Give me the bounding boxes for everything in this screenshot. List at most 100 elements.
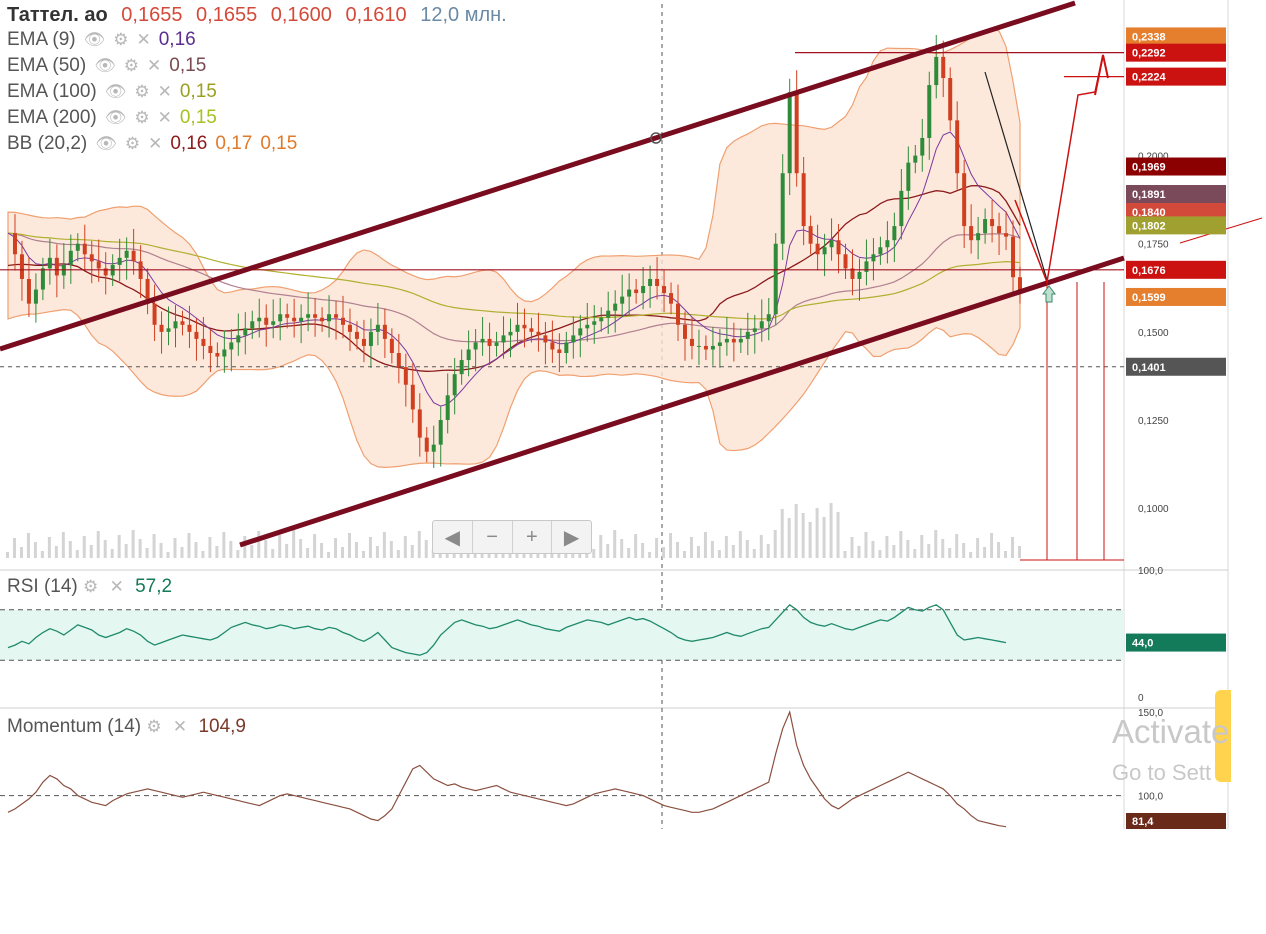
- candle-body: [382, 324, 387, 339]
- candle-body: [26, 278, 31, 304]
- candle-body: [808, 226, 813, 244]
- candle-body: [361, 338, 366, 346]
- candle-body: [459, 360, 464, 375]
- candle-body: [627, 289, 632, 297]
- candle-body: [124, 250, 129, 258]
- eye-icon[interactable]: 👁: [84, 30, 106, 50]
- eye-icon[interactable]: 👁: [105, 82, 127, 102]
- candle-body: [487, 338, 492, 346]
- close-icon[interactable]: ✕: [148, 134, 162, 154]
- indicator-label: EMA (200): [7, 107, 97, 128]
- volume-bar: [983, 547, 987, 558]
- volume-bar: [780, 509, 784, 558]
- volume-bar: [75, 550, 79, 558]
- candle-body: [375, 324, 380, 332]
- price-badge-label: 0,1401: [1132, 362, 1166, 374]
- volume-bar: [103, 540, 107, 558]
- volume-bar: [962, 543, 966, 558]
- candle-body: [424, 437, 429, 452]
- price-badge-label: 0,1676: [1132, 265, 1166, 277]
- volume-bar: [829, 503, 833, 558]
- close-icon[interactable]: ✕: [158, 82, 172, 102]
- volume-bar: [243, 536, 247, 558]
- gear-icon[interactable]: ⚙: [113, 30, 128, 50]
- eye-icon[interactable]: 👁: [94, 56, 116, 76]
- volume-bar: [752, 549, 756, 558]
- price-tick-label: 0,1750: [1138, 240, 1169, 251]
- close-icon[interactable]: ✕: [173, 717, 187, 737]
- candle-body: [815, 243, 820, 255]
- volume-bar: [606, 544, 610, 558]
- eye-icon[interactable]: 👁: [105, 108, 127, 128]
- volume-bar: [33, 542, 37, 558]
- volume-bar: [892, 545, 896, 558]
- gear-icon[interactable]: ⚙: [124, 56, 139, 76]
- volume-bar: [236, 550, 240, 558]
- candle-body: [843, 254, 848, 269]
- candle-body: [780, 173, 785, 244]
- candle-body: [703, 345, 708, 350]
- candle-body: [997, 226, 1002, 234]
- volume-bar: [138, 539, 142, 558]
- volume-bar: [424, 540, 428, 558]
- gear-icon[interactable]: ⚙: [146, 717, 161, 737]
- candle-body: [347, 324, 352, 332]
- indicator-value: 0,15: [179, 81, 217, 102]
- candle-body: [676, 303, 681, 325]
- candle-body: [501, 335, 506, 343]
- indicator-label: EMA (9): [7, 29, 76, 50]
- close-icon[interactable]: ✕: [136, 30, 150, 50]
- volume-bar: [410, 545, 414, 558]
- indicator-value: 0,17: [215, 133, 253, 154]
- volume-bar: [648, 552, 652, 558]
- volume-bar: [669, 533, 673, 558]
- chart-navigation: ◀ − + ▶: [432, 520, 592, 554]
- rsi-value: 57,2: [135, 576, 173, 597]
- volume-bar: [166, 552, 170, 558]
- close-icon[interactable]: ✕: [147, 56, 161, 76]
- volume-bar: [592, 549, 596, 558]
- volume-bar: [808, 522, 812, 558]
- candle-body: [159, 324, 164, 332]
- candle-body: [215, 353, 220, 357]
- gear-icon[interactable]: ⚙: [134, 82, 149, 102]
- candle-body: [906, 162, 911, 191]
- candle-body: [271, 321, 276, 325]
- volume-bar: [215, 546, 219, 558]
- rsi-badge-label: 44,0: [1132, 638, 1153, 650]
- volume-bar: [969, 552, 973, 558]
- watermark-settings: Go to Sett: [1112, 760, 1212, 785]
- volume-bar: [843, 551, 847, 558]
- candle-body: [662, 286, 667, 294]
- volume-bar: [327, 552, 331, 558]
- candle-body: [250, 321, 255, 329]
- eye-icon[interactable]: 👁: [95, 134, 117, 154]
- candle-body: [173, 321, 178, 329]
- zoom-in-button[interactable]: +: [513, 521, 553, 553]
- candle-body: [466, 349, 471, 361]
- volume-bar: [40, 551, 44, 558]
- indicator-row: EMA (100) 👁 ⚙ ✕ 0,15: [7, 81, 225, 103]
- candle-body: [354, 331, 359, 339]
- gear-icon[interactable]: ⚙: [83, 577, 98, 597]
- zoom-out-button[interactable]: −: [473, 521, 513, 553]
- candle-body: [669, 293, 674, 304]
- candle-body: [836, 240, 841, 255]
- rsi-legend: RSI (14) ⚙ ✕ 57,2: [7, 576, 172, 598]
- candle-body: [508, 331, 513, 336]
- close-icon[interactable]: ✕: [110, 577, 124, 597]
- indicator-row: BB (20,2) 👁 ⚙ ✕ 0,16 0,17 0,15: [7, 133, 305, 155]
- candle-body: [47, 257, 52, 269]
- volume-bar: [417, 531, 421, 558]
- close-icon[interactable]: ✕: [158, 108, 172, 128]
- scroll-right-button[interactable]: ▶: [552, 521, 591, 553]
- gear-icon[interactable]: ⚙: [134, 108, 149, 128]
- candle-body: [787, 92, 792, 174]
- price-tick-label: 0,1000: [1138, 504, 1169, 515]
- volume-bar: [976, 538, 980, 558]
- volume-bar: [864, 532, 868, 558]
- gear-icon[interactable]: ⚙: [125, 134, 140, 154]
- candle-body: [236, 335, 241, 343]
- scroll-left-button[interactable]: ◀: [433, 521, 473, 553]
- low-value: 0,1600: [270, 4, 332, 26]
